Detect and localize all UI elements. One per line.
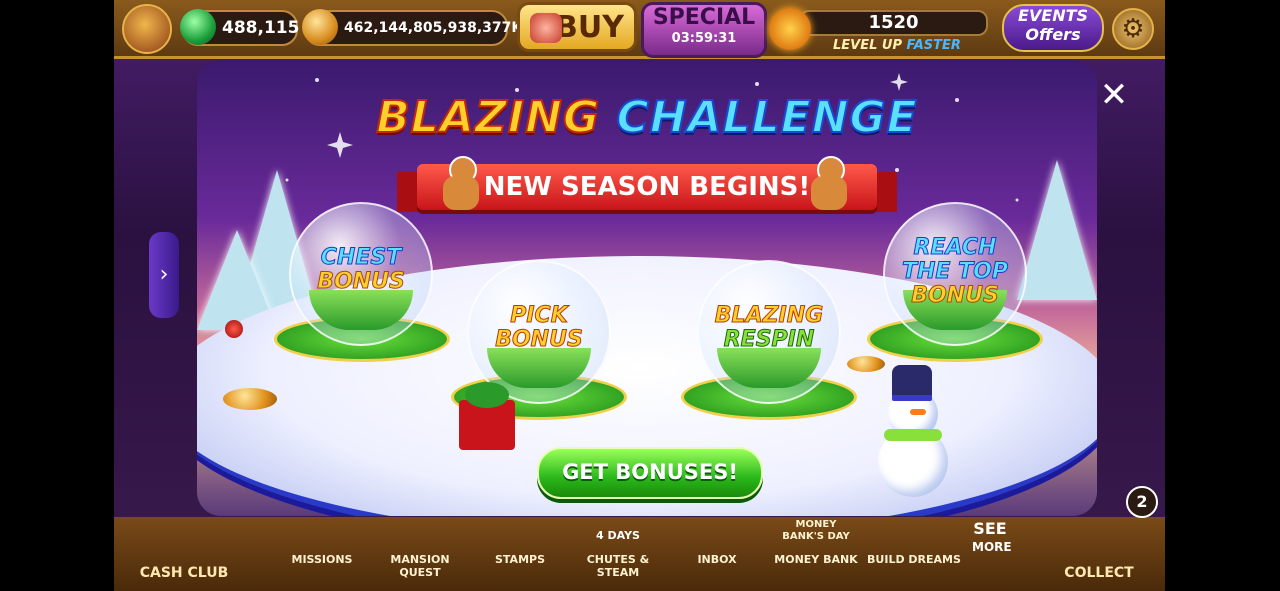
ornament-icon <box>225 320 243 338</box>
collect-button[interactable]: COLLECT <box>1039 565 1159 581</box>
get-bonuses-label: GET BONUSES! <box>562 460 738 484</box>
cash-club-button[interactable]: CASH CLUB <box>124 565 244 581</box>
avatar[interactable] <box>122 4 172 54</box>
chevron-left-panel-icon[interactable]: › <box>149 232 179 318</box>
bonus-globe-respin: BLAZING RESPIN <box>697 260 841 404</box>
coin-icon <box>302 9 338 45</box>
top-bar: 488,115 462,144,805,938,377K BUY SPECIAL… <box>114 0 1165 59</box>
buy-button[interactable]: BUY <box>517 2 637 52</box>
snowman-icon <box>862 365 962 500</box>
close-icon[interactable]: ✕ <box>1097 78 1131 112</box>
events-label: EVENTS <box>1017 6 1089 25</box>
game-stage: 488,115 462,144,805,938,377K BUY SPECIAL… <box>114 0 1165 591</box>
chutes-banner: 4 DAYS <box>596 529 640 542</box>
title-challenge: CHALLENGE <box>615 91 918 144</box>
new-season-ribbon: NEW SEASON BEGINS! <box>417 164 877 210</box>
nav-chutes-steam[interactable]: CHUTES & STEAM <box>570 553 666 579</box>
level-meter[interactable]: 1520 LEVEL UP FASTER <box>769 8 988 53</box>
gem-icon <box>180 9 216 45</box>
see-more-button[interactable]: SEE MORE <box>972 519 1012 556</box>
get-bonuses-button[interactable]: GET BONUSES! <box>537 447 763 499</box>
popup-title: BLAZING CHALLENGE <box>197 91 1097 144</box>
more-label: MORE <box>972 540 1012 554</box>
blazing-challenge-popup: BLAZING CHALLENGE NEW SEASON BEGINS! CHE… <box>197 60 1097 516</box>
sun-icon <box>769 8 811 50</box>
bonus-globe-chest: CHEST BONUS <box>289 202 433 346</box>
level-value: 1520 <box>799 10 988 36</box>
level-up-text: LEVEL UP FASTER <box>833 38 961 53</box>
special-label: SPECIAL <box>652 5 756 30</box>
pick-bonus-label: PICK BONUS <box>495 303 584 352</box>
nav-missions[interactable]: MISSIONS <box>274 553 370 566</box>
gingerbread-icon <box>441 156 481 212</box>
nav-mansion-quest[interactable]: MANSION QUEST <box>372 553 468 579</box>
nav-inbox[interactable]: INBOX <box>669 553 765 566</box>
collect-badge: 2 <box>1126 486 1158 518</box>
special-timer: 03:59:31 <box>671 31 737 46</box>
title-blazing: BLAZING <box>375 91 601 144</box>
piggy-icon <box>530 13 562 43</box>
gem-count: 488,115 <box>222 18 300 38</box>
nav-stamps[interactable]: STAMPS <box>472 553 568 566</box>
coin-count: 462,144,805,938,377K <box>344 20 523 36</box>
see-label: SEE <box>973 519 1007 538</box>
coin-icon <box>223 388 277 410</box>
snowy-tree <box>1017 160 1097 300</box>
gingerbread-icon <box>809 156 849 212</box>
reach-the-top-label: REACH THE TOP BONUS <box>902 235 1009 308</box>
special-offer-button[interactable]: SPECIAL 03:59:31 <box>641 2 767 58</box>
nav-build-dreams[interactable]: BUILD DREAMS <box>866 553 962 566</box>
money-bank-banner-2: BANK'S DAY <box>782 531 850 542</box>
events-offers-button[interactable]: EVENTS Offers <box>1002 4 1104 52</box>
buy-label: BUY <box>555 10 624 45</box>
gem-balance[interactable]: 488,115 <box>180 9 300 46</box>
blazing-respin-label: BLAZING RESPIN <box>714 303 824 352</box>
money-bank-banner-1: MONEY <box>795 519 837 530</box>
ribbon-text: NEW SEASON BEGINS! <box>483 172 811 202</box>
level-up-accent: FASTER <box>906 38 961 53</box>
gear-icon[interactable]: ⚙ <box>1112 8 1154 50</box>
nav-money-bank[interactable]: MONEY BANK <box>768 553 864 566</box>
coin-balance[interactable]: 462,144,805,938,377K <box>302 9 522 46</box>
chest-bonus-label: CHEST BONUS <box>317 245 406 294</box>
offers-label: Offers <box>1025 25 1081 44</box>
gift-icon <box>459 382 515 450</box>
bonus-globe-reach-top: REACH THE TOP BONUS <box>883 202 1027 346</box>
